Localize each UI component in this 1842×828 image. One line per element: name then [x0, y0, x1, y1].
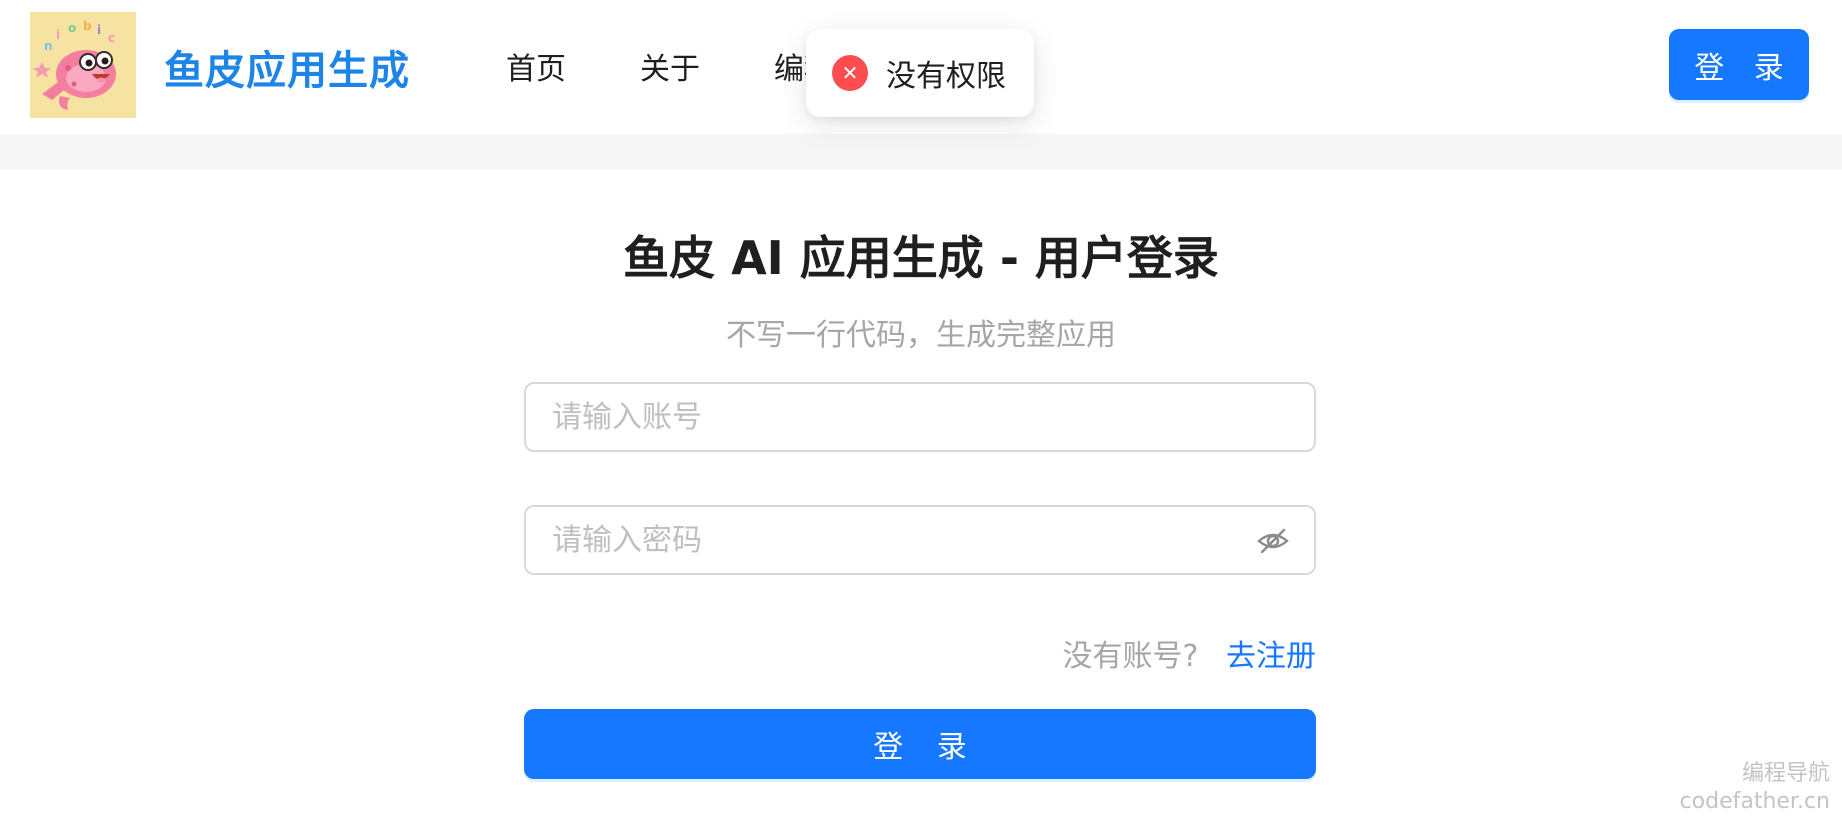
- password-input[interactable]: [524, 505, 1316, 575]
- logo-image[interactable]: n i o b i c: [30, 12, 136, 118]
- login-submit-button[interactable]: 登 录: [524, 709, 1316, 779]
- register-prompt: 没有账号?: [1062, 639, 1199, 674]
- header-divider-band: [0, 134, 1842, 170]
- fish-mascot-icon: n i o b i c: [30, 12, 136, 118]
- brand-title[interactable]: 鱼皮应用生成: [164, 38, 410, 96]
- svg-text:o: o: [68, 21, 76, 35]
- header-login-button[interactable]: 登 录: [1669, 29, 1809, 100]
- register-link[interactable]: 去注册: [1226, 639, 1316, 674]
- nav-item-about[interactable]: 关于: [640, 44, 700, 88]
- svg-text:i: i: [56, 28, 60, 42]
- watermark-line-2: codefather.cn: [1679, 789, 1830, 814]
- register-row: 没有账号? 去注册: [524, 631, 1316, 675]
- error-circle-icon: ✕: [832, 55, 868, 91]
- account-input[interactable]: [524, 382, 1316, 452]
- watermark: 编程导航 codefather.cn: [1680, 760, 1830, 816]
- eye-invisible-icon[interactable]: [1255, 523, 1291, 559]
- svg-text:b: b: [83, 19, 92, 33]
- page-subtitle: 不写一行代码，生成完整应用: [726, 318, 1116, 353]
- nav-item-home[interactable]: 首页: [506, 44, 566, 88]
- svg-text:c: c: [108, 31, 115, 45]
- svg-text:n: n: [44, 39, 53, 53]
- toast-message: 没有权限: [886, 59, 1006, 94]
- watermark-line-1: 编程导航: [1741, 761, 1830, 786]
- page-title: 鱼皮 AI 应用生成 - 用户登录: [623, 231, 1219, 285]
- error-toast: ✕ 没有权限: [806, 29, 1034, 117]
- svg-text:i: i: [97, 23, 101, 37]
